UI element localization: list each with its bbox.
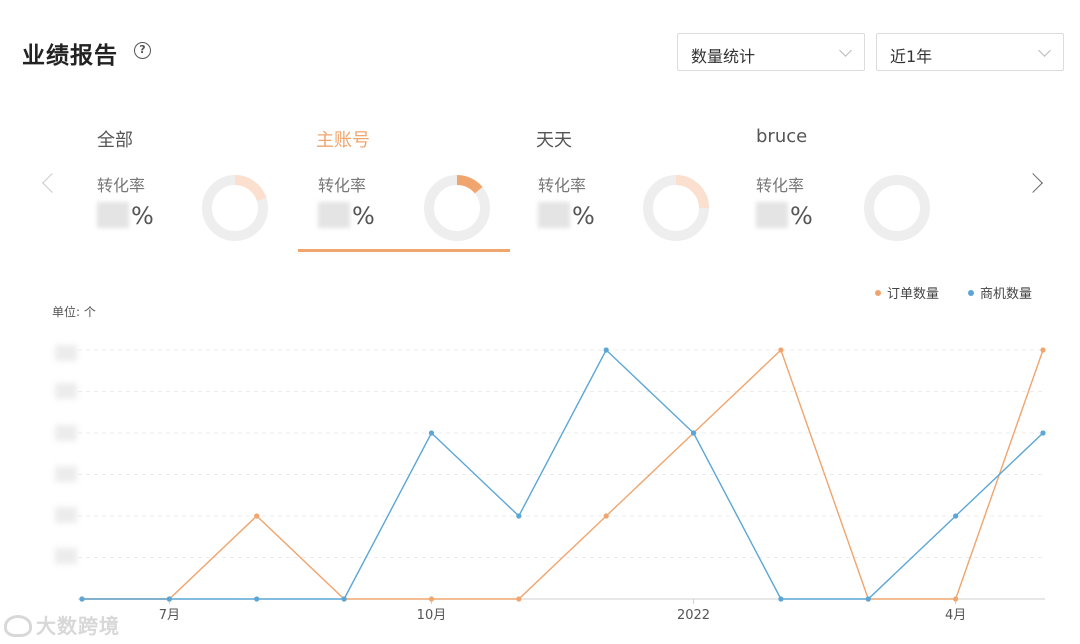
series-line-1	[82, 348, 1044, 600]
redacted-y-label	[55, 466, 77, 482]
data-point[interactable]	[341, 596, 347, 602]
line-chart: 7月 10月 2022 4月	[78, 347, 1046, 623]
redacted-y-label	[55, 548, 77, 564]
x-tick-label: 2022	[677, 608, 710, 623]
watermark: 大数跨境	[4, 610, 120, 639]
data-point[interactable]	[254, 596, 260, 602]
data-point[interactable]	[79, 596, 85, 602]
data-point[interactable]	[778, 347, 784, 353]
data-point[interactable]	[1040, 430, 1046, 436]
data-point[interactable]	[603, 513, 609, 519]
data-point[interactable]	[865, 596, 871, 602]
data-point[interactable]	[516, 513, 522, 519]
redacted-y-label	[55, 425, 77, 441]
x-tick-label: 7月	[159, 608, 180, 623]
data-point[interactable]	[953, 513, 959, 519]
data-point[interactable]	[1040, 347, 1046, 353]
redacted-y-label	[55, 383, 77, 399]
series-line-0	[82, 348, 1044, 600]
data-point[interactable]	[428, 430, 435, 436]
data-point[interactable]	[778, 596, 784, 602]
redacted-y-label	[55, 345, 77, 361]
data-point[interactable]	[690, 430, 697, 436]
x-tick-label: 10月	[417, 608, 447, 623]
data-point[interactable]	[254, 513, 260, 519]
watermark-logo-icon	[4, 615, 32, 637]
data-point[interactable]	[166, 596, 172, 602]
x-tick-label: 4月	[945, 608, 966, 623]
data-point[interactable]	[516, 596, 522, 602]
data-point[interactable]	[428, 596, 435, 602]
redacted-y-label	[55, 507, 77, 523]
data-point[interactable]	[603, 347, 609, 353]
data-point[interactable]	[953, 596, 959, 602]
